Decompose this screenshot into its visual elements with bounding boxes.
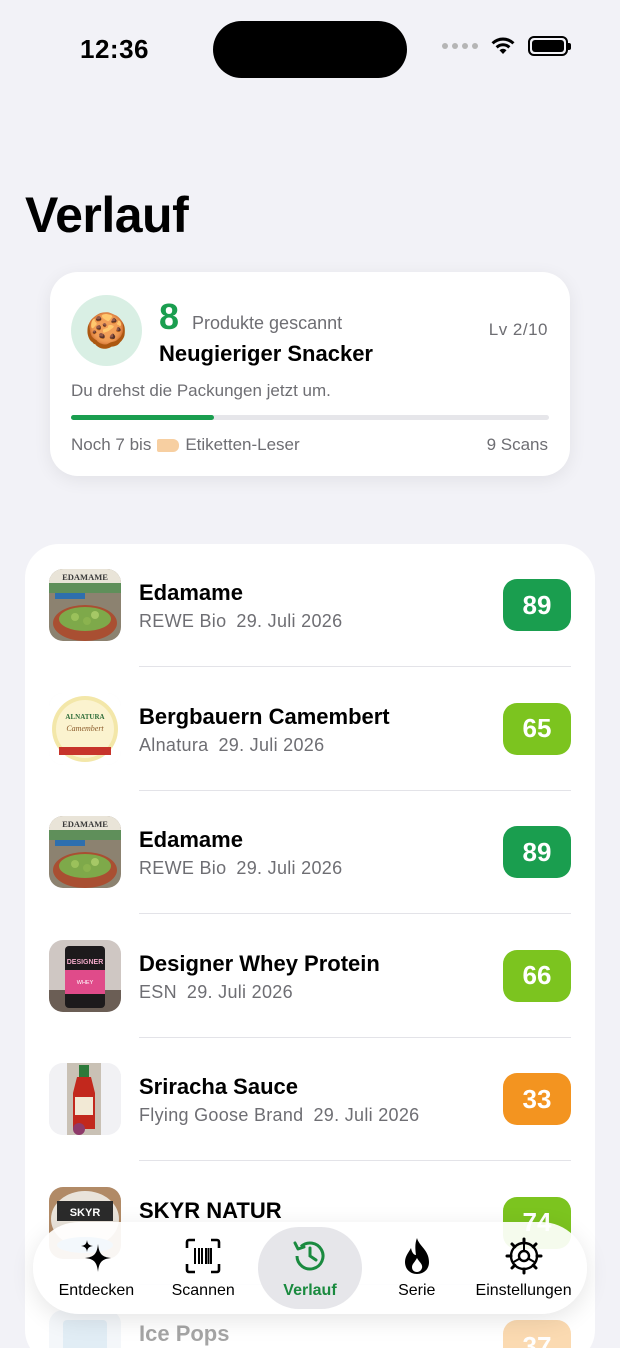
product-brand: Flying Goose Brand <box>139 1105 304 1125</box>
battery-icon <box>528 36 571 56</box>
product-name: Edamame <box>139 827 243 852</box>
tag-icon <box>157 438 180 452</box>
scans-total: 9 Scans <box>486 435 548 454</box>
tab-label: Einstellungen <box>475 1282 572 1299</box>
gear-icon <box>504 1236 544 1276</box>
next-level-prefix: Noch 7 bis <box>71 435 152 454</box>
wifi-icon <box>491 37 515 54</box>
history-clock-icon <box>290 1236 330 1276</box>
level-name: Neugieriger Snacker <box>159 341 373 366</box>
tab-label: Scannen <box>171 1282 235 1299</box>
score-badge: 65 <box>503 702 571 755</box>
svg-text:EDAMAME: EDAMAME <box>62 819 108 829</box>
product-name: Designer Whey Protein <box>139 950 380 976</box>
svg-text:SKYR: SKYR <box>70 1207 101 1219</box>
scan-date: 29. Juli 2026 <box>313 1105 420 1125</box>
tab-bar: Entdecken Scannen Verlauf Serie Einstellunge… <box>33 1222 587 1314</box>
product-image: EDAMAME <box>49 569 121 641</box>
next-level-info: Noch 7 bis Etiketten-Leser <box>71 435 300 455</box>
product-name: Sriracha Sauce <box>139 1074 298 1099</box>
product-meta: Alnatura 29. Juli 2026 <box>139 735 324 756</box>
status-time: 12:36 <box>80 34 149 64</box>
scan-date: 29. Juli 2026 <box>236 858 343 878</box>
scan-date: 29. Juli 2026 <box>236 611 343 631</box>
barcode-scan-icon <box>183 1236 223 1276</box>
product-image: ALNATURA Camembert <box>49 692 121 765</box>
history-row[interactable]: EDAMAME Edamame REWE Bio 29. Juli 2026 89 <box>25 791 595 914</box>
scanned-count: 8 <box>159 296 180 337</box>
product-name: Bergbauern Camembert <box>139 703 390 729</box>
product-name: SKYR NATUR <box>139 1197 282 1223</box>
product-brand: REWE Bio <box>139 858 227 878</box>
product-image: DESIGNER WHEY <box>49 939 121 1012</box>
score-badge: 33 <box>503 1073 571 1125</box>
cellular-signal-icon <box>442 43 478 49</box>
scan-date: 29. Juli 2026 <box>186 981 293 1002</box>
status-bar: 12:36 <box>0 0 620 100</box>
svg-text:WHEY: WHEY <box>77 980 94 986</box>
score-badge: 89 <box>503 579 571 631</box>
cookie-icon: 🍪 <box>71 295 142 366</box>
tab-einstellungen[interactable]: Einstellungen <box>472 1227 576 1309</box>
history-row[interactable]: EDAMAME Edamame REWE Bio 29. Juli 2026 89 <box>25 544 595 667</box>
next-level-title: Etiketten-Leser <box>185 435 300 454</box>
dynamic-island <box>213 21 407 78</box>
scan-date: 29. Juli 2026 <box>218 734 325 755</box>
tab-label: Verlauf <box>283 1282 337 1299</box>
history-row[interactable]: DESIGNER WHEY Designer Whey Protein ESN 29… <box>25 915 595 1038</box>
sparkles-icon <box>76 1236 116 1276</box>
product-brand: ESN <box>139 981 177 1002</box>
score-badge: 66 <box>503 949 571 1002</box>
product-name: Edamame <box>139 580 243 605</box>
svg-text:EDAMAME: EDAMAME <box>62 572 108 582</box>
level-indicator: Lv 2/10 <box>488 320 548 339</box>
score-badge: 89 <box>503 826 571 878</box>
product-meta: REWE Bio 29. Juli 2026 <box>139 858 342 879</box>
product-brand: Alnatura <box>139 734 209 755</box>
product-image <box>49 1063 121 1135</box>
tab-serie[interactable]: Serie <box>365 1227 469 1309</box>
history-row[interactable]: ALNATURA Camembert Bergbauern Camembert A… <box>25 668 595 791</box>
page-title: Verlauf <box>25 187 189 243</box>
score-badge: 37 <box>503 1320 571 1348</box>
level-description: Du drehst die Packungen jetzt um. <box>71 381 331 400</box>
product-image <box>49 1310 121 1348</box>
product-brand: REWE Bio <box>139 611 227 631</box>
product-meta: Flying Goose Brand 29. Juli 2026 <box>139 1105 419 1126</box>
tab-entdecken[interactable]: Entdecken <box>44 1227 148 1309</box>
level-progress-bar <box>71 415 549 420</box>
scanned-count-label: Produkte gescannt <box>192 313 343 333</box>
tab-scannen[interactable]: Scannen <box>151 1227 255 1309</box>
svg-text:ALNATURA: ALNATURA <box>65 713 104 721</box>
status-icons <box>442 36 571 56</box>
level-progress-fill <box>71 415 215 420</box>
tab-verlauf[interactable]: Verlauf <box>257 1227 362 1309</box>
svg-text:Camembert: Camembert <box>66 724 104 733</box>
tab-label: Serie <box>398 1282 436 1299</box>
product-image: EDAMAME <box>49 816 121 888</box>
tab-label: Entdecken <box>58 1282 135 1299</box>
product-meta: ESN 29. Juli 2026 <box>139 982 293 1003</box>
product-name: Ice Pops <box>139 1321 230 1346</box>
history-row[interactable]: Sriracha Sauce Flying Goose Brand 29. Juli… <box>25 1038 595 1161</box>
level-progress-card[interactable]: 🍪 8 Produkte gescannt Neugieriger Snacke… <box>50 272 570 476</box>
svg-text:DESIGNER: DESIGNER <box>67 959 104 966</box>
flame-icon <box>397 1236 437 1276</box>
product-meta: REWE Bio 29. Juli 2026 <box>139 611 342 632</box>
